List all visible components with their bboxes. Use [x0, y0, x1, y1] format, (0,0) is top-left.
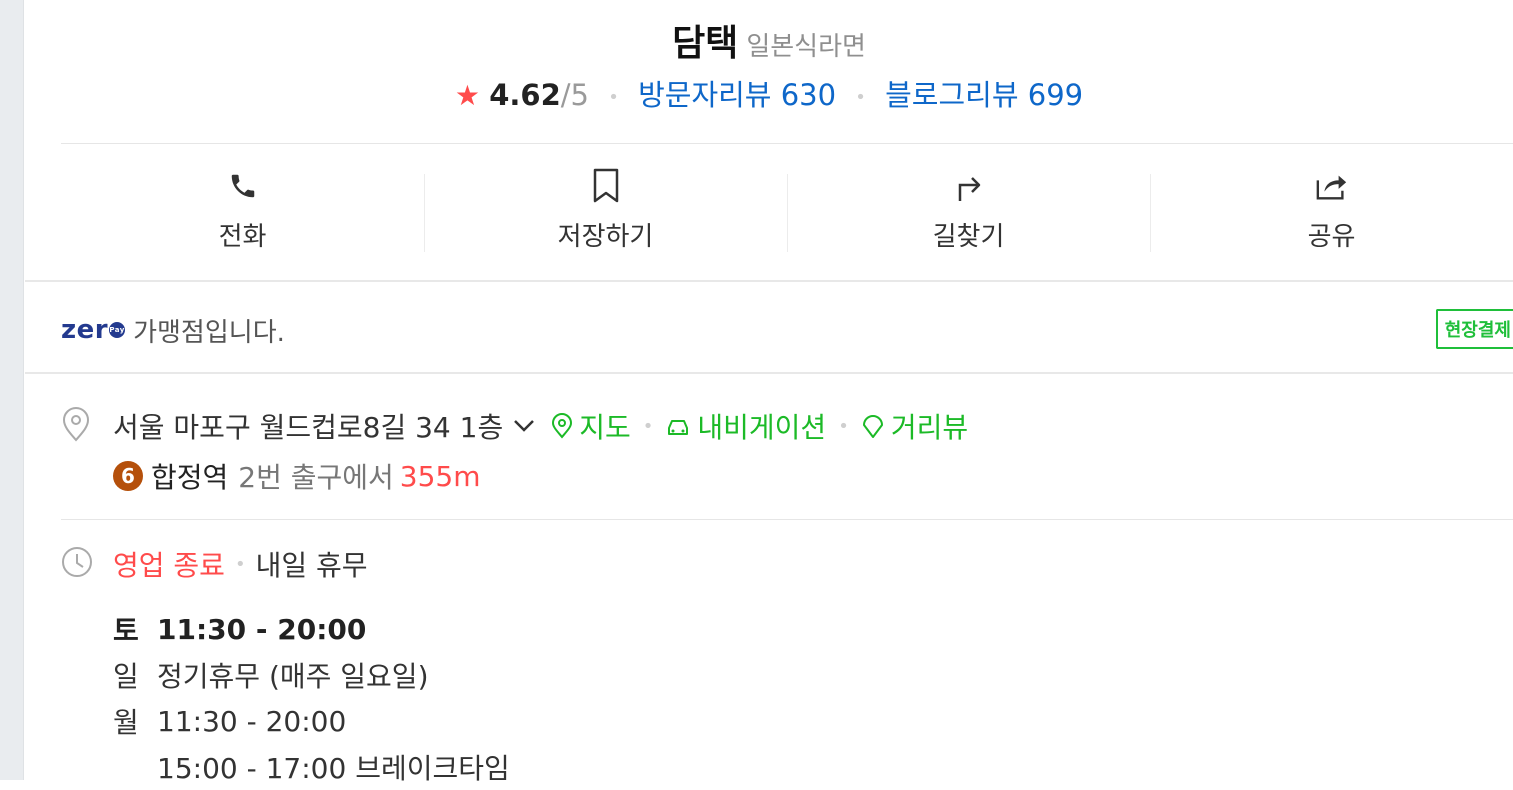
map-link[interactable]: 지도 — [551, 406, 631, 446]
address-row: 서울 마포구 월드컵로8길 34 1층 지도 • 내비게이션 • 거리뷰 — [113, 404, 968, 448]
hours-time: 11:30 - 20:00 — [157, 612, 367, 646]
business-status: 영업 종료 — [113, 549, 225, 582]
save-label: 저장하기 — [557, 222, 654, 252]
zeropay-row: zer Pay 가맹점입니다. 현장결제 — [61, 286, 1513, 374]
subway-line-badge: 6 — [113, 461, 143, 491]
star-icon: ★ — [454, 79, 480, 112]
separator-dot: • — [608, 86, 619, 108]
street-view-label: 거리뷰 — [890, 411, 969, 444]
blog-reviews-link[interactable]: 블로그리뷰 699 — [885, 78, 1083, 112]
directions-button[interactable]: 길찾기 — [787, 146, 1150, 280]
next-day-info: 내일 휴무 — [255, 549, 368, 582]
street-view-icon — [862, 415, 883, 438]
exit-text: 2번 출구에서 — [238, 461, 394, 494]
rating-max: /5 — [560, 78, 590, 112]
section-divider — [25, 372, 1513, 374]
zeropay-logo: zer Pay — [61, 315, 126, 345]
hours-list: 토 11:30 - 20:00 일 정기휴무 (매주 일요일) 월 11:30 … — [113, 606, 510, 790]
hours-time: 정기휴무 (매주 일요일) — [157, 660, 429, 693]
separator-dot: • — [642, 415, 654, 437]
zeropay-text: 가맹점입니다. — [133, 317, 285, 348]
visitor-reviews-link[interactable]: 방문자리뷰 630 — [638, 78, 836, 112]
share-button[interactable]: 공유 — [1150, 146, 1513, 280]
hours-day: 토 — [113, 614, 139, 647]
left-gutter — [0, 0, 24, 780]
bookmark-icon — [589, 166, 623, 206]
call-label: 전화 — [218, 222, 267, 252]
address-text[interactable]: 서울 마포구 월드컵로8길 34 1층 — [113, 406, 503, 446]
rating-value: 4.62 — [489, 78, 561, 112]
navigation-link[interactable]: 내비게이션 — [665, 406, 826, 446]
call-button[interactable]: 전화 — [61, 146, 424, 280]
phone-icon — [226, 166, 260, 206]
separator-dot: • — [838, 415, 849, 437]
chevron-down-icon[interactable] — [513, 419, 535, 433]
hours-day: 월 — [113, 706, 139, 739]
separator-dot: • — [234, 553, 246, 575]
divider — [61, 143, 1513, 144]
save-button[interactable]: 저장하기 — [424, 146, 787, 280]
hours-day: 일 — [113, 660, 139, 693]
hours-row: 월 11:30 - 20:00 — [113, 698, 510, 744]
navigation-label: 내비게이션 — [697, 411, 827, 444]
rating-row: ★ 4.62/5 • 방문자리뷰 630 • 블로그리뷰 699 — [25, 72, 1513, 114]
zeropay-logo-text: zer — [61, 315, 109, 345]
title-row: 담택 일본식라면 — [25, 14, 1513, 66]
place-detail-panel: 담택 일본식라면 ★ 4.62/5 • 방문자리뷰 630 • 블로그리뷰 699… — [25, 0, 1513, 785]
break-time: 15:00 - 17:00 브레이크타임 — [157, 752, 510, 785]
directions-icon — [952, 166, 986, 206]
separator-dot: • — [855, 86, 866, 108]
distance-text: 355m — [399, 459, 481, 493]
divider — [61, 519, 1513, 520]
location-pin-icon — [61, 406, 91, 446]
section-divider — [25, 280, 1513, 282]
action-bar: 전화 저장하기 길찾기 공유 — [61, 146, 1513, 280]
share-icon — [1315, 166, 1349, 206]
subway-row: 6 합정역 2번 출구에서 355m — [113, 456, 481, 496]
hours-row: 토 11:30 - 20:00 — [113, 606, 510, 652]
business-status-row[interactable]: 영업 종료 • 내일 휴무 — [113, 542, 368, 586]
station-name: 합정역 — [151, 461, 229, 494]
place-name: 담택 — [672, 23, 739, 64]
directions-label: 길찾기 — [932, 222, 1005, 252]
zeropay-pay-circle: Pay — [109, 322, 126, 338]
hours-row: 일 정기휴무 (매주 일요일) — [113, 652, 510, 698]
onsite-payment-badge: 현장결제 — [1435, 309, 1513, 349]
map-label: 지도 — [579, 411, 631, 444]
share-label: 공유 — [1307, 222, 1356, 252]
clock-icon — [61, 546, 93, 582]
car-icon — [668, 420, 689, 435]
place-category: 일본식라면 — [746, 32, 866, 62]
map-pin-icon — [552, 413, 573, 439]
hours-time: 11:30 - 20:00 — [157, 704, 347, 738]
street-view-link[interactable]: 거리뷰 — [861, 406, 968, 446]
